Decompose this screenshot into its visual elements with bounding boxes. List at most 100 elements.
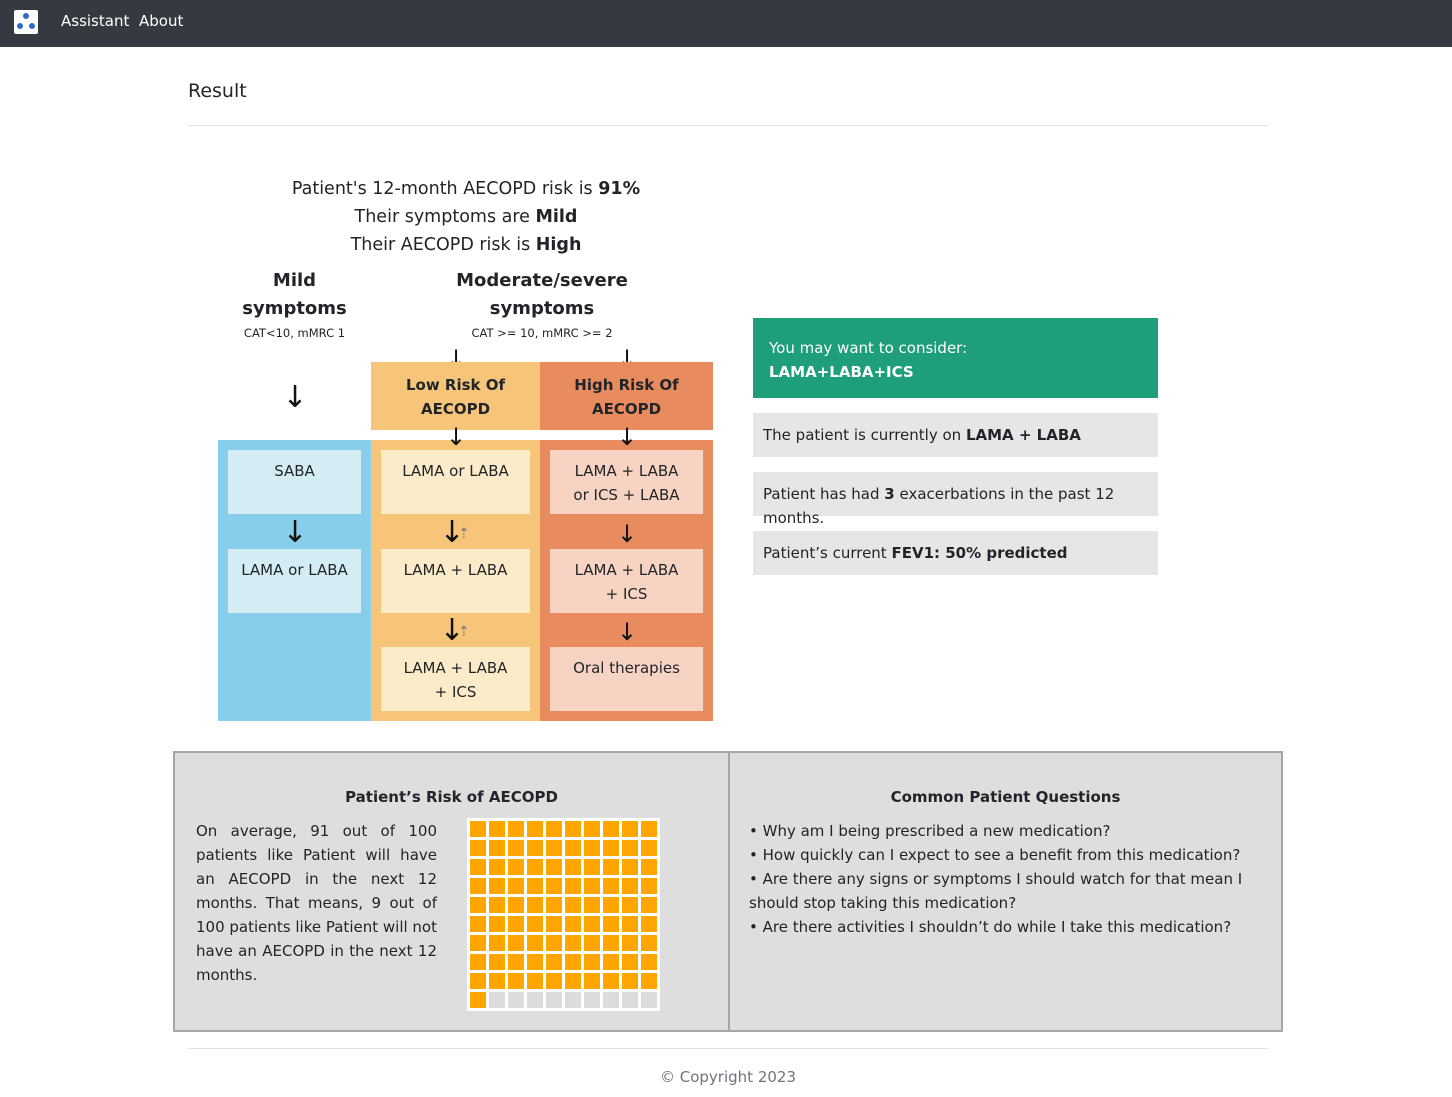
waffle-cell-filled xyxy=(489,897,505,913)
arrow-down-icon: ↓ xyxy=(282,515,308,550)
waffle-cell-filled xyxy=(527,840,543,856)
waffle-cell-filled xyxy=(584,973,600,989)
moderate-criteria: CAT >= 10, mMRC >= 2 xyxy=(471,326,613,340)
risk-summary: Patient's 12-month AECOPD risk is 91% Th… xyxy=(216,175,716,259)
waffle-cell-filled xyxy=(584,840,600,856)
waffle-cell-filled xyxy=(470,916,486,932)
treatment-box-high-2: LAMA + LABA + ICS xyxy=(550,549,703,613)
waffle-cell-filled xyxy=(489,973,505,989)
high-risk-heading: High Risk Of AECOPD xyxy=(540,362,713,430)
arrow-down-icon: ↓ xyxy=(616,520,638,548)
waffle-cell-filled xyxy=(641,859,657,875)
waffle-cell-filled xyxy=(546,821,562,837)
risk-panel-text: On average, 91 out of 100 patients like … xyxy=(196,822,437,984)
waffle-cell-empty xyxy=(622,992,638,1008)
question-item: • Why am I being prescribed a new medica… xyxy=(749,822,1111,840)
waffle-cell-filled xyxy=(565,973,581,989)
header-divider xyxy=(188,125,1268,126)
waffle-cell-filled xyxy=(641,878,657,894)
waffle-cell-filled xyxy=(470,973,486,989)
arrow-down-icon: ↓ xyxy=(445,423,467,451)
escalate-up-arrow-icon: ⇡ xyxy=(458,624,470,640)
waffle-cell-filled xyxy=(508,897,524,913)
arrow-down-icon: ↓ xyxy=(616,618,638,646)
mild-criteria: CAT<10, mMRC 1 xyxy=(243,326,346,340)
waffle-cell-filled xyxy=(489,916,505,932)
waffle-cell-filled xyxy=(527,973,543,989)
waffle-cell-filled xyxy=(584,954,600,970)
waffle-cell-filled xyxy=(508,840,524,856)
treatment-box-low-2: LAMA + LABA xyxy=(381,549,530,613)
waffle-cell-filled xyxy=(489,840,505,856)
risk-waffle-chart xyxy=(467,818,660,1011)
waffle-cell-filled xyxy=(508,859,524,875)
waffle-cell-filled xyxy=(603,840,619,856)
waffle-cell-empty xyxy=(641,992,657,1008)
waffle-cell-empty xyxy=(508,992,524,1008)
waffle-cell-filled xyxy=(508,821,524,837)
waffle-cell-filled xyxy=(622,859,638,875)
nav-link-assistant[interactable]: Assistant xyxy=(61,12,129,30)
waffle-cell-filled xyxy=(565,954,581,970)
questions-panel-title: Common Patient Questions xyxy=(890,788,1121,806)
waffle-cell-filled xyxy=(546,840,562,856)
waffle-cell-filled xyxy=(470,878,486,894)
waffle-cell-empty xyxy=(565,992,581,1008)
waffle-cell-filled xyxy=(565,878,581,894)
exacerbations-box: Patient has had 3 exacerbations in the p… xyxy=(753,472,1158,527)
summary-risk-line: Patient's 12-month AECOPD risk is 91% xyxy=(291,179,641,199)
waffle-cell-filled xyxy=(622,897,638,913)
waffle-cell-empty xyxy=(584,992,600,1008)
bottom-panels: Patient’s Risk of AECOPD On average, 91 … xyxy=(173,751,1283,1032)
waffle-cell-empty xyxy=(527,992,543,1008)
footer-copyright: © Copyright 2023 xyxy=(659,1068,796,1086)
waffle-cell-filled xyxy=(489,935,505,951)
waffle-cell-filled xyxy=(565,935,581,951)
waffle-cell-filled xyxy=(508,916,524,932)
escalate-up-arrow-icon: ⇡ xyxy=(458,526,470,542)
recommendation-value: LAMA+LABA+ICS xyxy=(769,363,914,381)
waffle-cell-filled xyxy=(470,840,486,856)
waffle-cell-filled xyxy=(508,954,524,970)
waffle-cell-filled xyxy=(527,935,543,951)
waffle-cell-filled xyxy=(641,840,657,856)
waffle-cell-filled xyxy=(546,897,562,913)
waffle-cell-filled xyxy=(470,935,486,951)
treatment-box-lama-or-laba: LAMA or LABA xyxy=(228,549,361,613)
treatment-box-low-3: LAMA + LABA + ICS xyxy=(381,647,530,711)
waffle-cell-filled xyxy=(565,821,581,837)
risk-panel-title: Patient’s Risk of AECOPD xyxy=(345,788,558,806)
waffle-cell-filled xyxy=(622,821,638,837)
recommendation-box: You may want to consider: LAMA+LABA+ICS xyxy=(753,318,1158,398)
waffle-cell-filled xyxy=(565,916,581,932)
waffle-cell-filled xyxy=(546,878,562,894)
waffle-cell-filled xyxy=(622,916,638,932)
waffle-cell-filled xyxy=(622,973,638,989)
app-logo-icon[interactable] xyxy=(14,10,38,34)
summary-symptoms-line: Their symptoms are Mild xyxy=(354,207,578,227)
waffle-cell-filled xyxy=(546,935,562,951)
waffle-cell-filled xyxy=(622,935,638,951)
question-item: • Are there any signs or symptoms I shou… xyxy=(749,870,1243,912)
waffle-cell-filled xyxy=(603,859,619,875)
moderate-symptoms-heading: Moderate/severe symptoms xyxy=(456,270,628,319)
nav-link-about[interactable]: About xyxy=(139,12,183,30)
fev1-box: Patient’s current FEV1: 50% predicted xyxy=(753,531,1158,575)
mild-symptoms-heading: Mild symptoms xyxy=(242,270,347,319)
waffle-cell-filled xyxy=(641,821,657,837)
waffle-cell-filled xyxy=(622,878,638,894)
waffle-cell-empty xyxy=(603,992,619,1008)
waffle-cell-filled xyxy=(470,992,486,1008)
waffle-cell-filled xyxy=(603,954,619,970)
waffle-cell-filled xyxy=(546,954,562,970)
waffle-cell-filled xyxy=(565,840,581,856)
question-item: • Are there activities I shouldn’t do wh… xyxy=(749,918,1232,936)
waffle-cell-filled xyxy=(470,954,486,970)
waffle-cell-filled xyxy=(641,935,657,951)
waffle-cell-filled xyxy=(622,954,638,970)
waffle-cell-filled xyxy=(489,821,505,837)
waffle-cell-filled xyxy=(470,859,486,875)
waffle-cell-filled xyxy=(584,897,600,913)
waffle-cell-filled xyxy=(603,935,619,951)
waffle-cell-filled xyxy=(641,897,657,913)
